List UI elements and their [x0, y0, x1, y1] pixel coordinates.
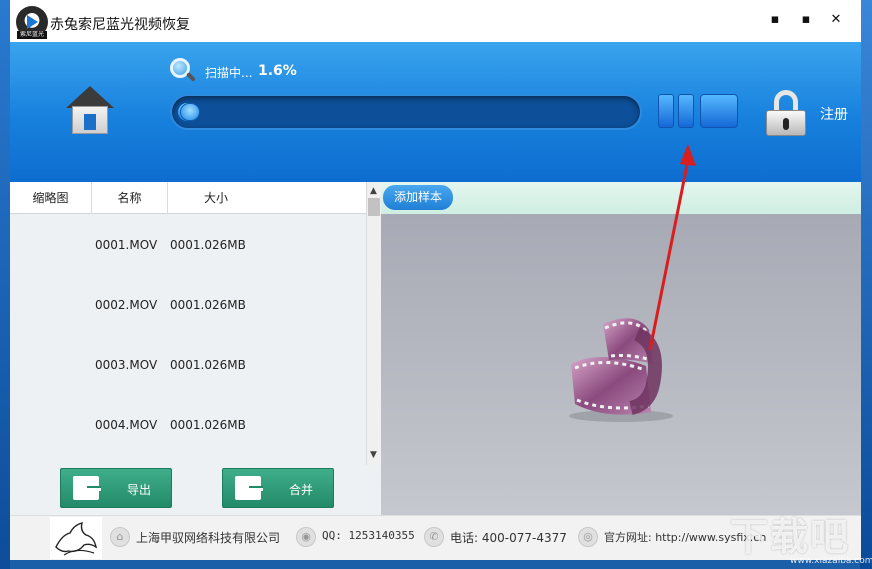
- file-size: 0001.026MB: [170, 358, 246, 372]
- file-name: 0002.MOV: [95, 298, 158, 312]
- phone-icon: ✆: [424, 527, 444, 547]
- footer-qq: QQ: 1253140355: [322, 529, 415, 542]
- merge-label: 合并: [289, 483, 314, 497]
- title-bar: 索尼蓝光 赤兔索尼蓝光视频恢复 ▪ ▪ ✕: [10, 0, 861, 42]
- stop-button[interactable]: [700, 94, 738, 128]
- file-list-scrollbar[interactable]: ▲ ▼: [366, 182, 381, 465]
- home-button[interactable]: [64, 86, 116, 136]
- home-door: [84, 114, 96, 130]
- company-icon: ⌂: [110, 527, 130, 547]
- close-button[interactable]: ✕: [829, 13, 843, 27]
- maximize-button[interactable]: ▪: [799, 13, 813, 27]
- merge-button[interactable]: 合并: [222, 468, 334, 508]
- desktop-background-right: [860, 0, 872, 569]
- progress-knob: [180, 103, 200, 121]
- file-size: 0001.026MB: [170, 298, 246, 312]
- scan-percent: 1.6%: [258, 63, 297, 79]
- app-logo-icon: 索尼蓝光: [16, 6, 48, 39]
- file-table-header: 缩略图 名称 大小: [10, 182, 366, 214]
- table-row[interactable]: 0002.MOV 0001.026MB: [10, 274, 366, 334]
- scan-status: 扫描中...: [205, 66, 253, 80]
- film-reel-icon: [569, 318, 673, 422]
- search-icon: [170, 58, 196, 84]
- company-logo: [50, 517, 102, 559]
- scroll-up-arrow[interactable]: ▲: [370, 186, 377, 196]
- export-label: 导出: [127, 483, 152, 497]
- watermark-url: www.xiazaiba.com: [790, 556, 872, 566]
- column-thumbnail[interactable]: 缩略图: [10, 182, 92, 214]
- file-name: 0001.MOV: [95, 238, 158, 252]
- footer-phone: 电话: 400-077-4377: [450, 531, 567, 545]
- table-row[interactable]: 0003.MOV 0001.026MB: [10, 334, 366, 394]
- footer-company: 上海甲驭网络科技有限公司: [136, 531, 281, 545]
- desktop-background-left: [0, 0, 10, 569]
- merge-icon: [235, 476, 263, 500]
- watermark-logo: 下载吧: [730, 515, 851, 559]
- qq-icon: ◉: [296, 527, 316, 547]
- app-window: 索尼蓝光 赤兔索尼蓝光视频恢复 ▪ ▪ ✕ 扫描中... 1.6% 注册 缩略图…: [10, 0, 861, 560]
- add-sample-button[interactable]: 添加样本: [383, 185, 453, 210]
- home-roof: [66, 86, 114, 108]
- file-table-body: 0001.MOV 0001.026MB 0002.MOV 0001.026MB …: [10, 214, 366, 454]
- file-size: 0001.026MB: [170, 238, 246, 252]
- pause-icon: [658, 94, 674, 128]
- file-name: 0004.MOV: [95, 418, 158, 432]
- globe-icon: ◎: [578, 527, 598, 547]
- table-row[interactable]: 0001.MOV 0001.026MB: [10, 214, 366, 274]
- register-lock-icon[interactable]: [766, 90, 806, 136]
- scan-header: 扫描中... 1.6% 注册: [10, 42, 861, 182]
- pause-button[interactable]: [658, 94, 698, 130]
- scroll-down-arrow[interactable]: ▼: [370, 450, 377, 460]
- column-name[interactable]: 名称: [92, 182, 168, 214]
- register-link[interactable]: 注册: [820, 104, 848, 124]
- scan-progress-bar: [170, 94, 642, 130]
- preview-toolbar: 添加样本: [381, 182, 861, 214]
- export-button[interactable]: 导出: [60, 468, 172, 508]
- play-icon: [27, 15, 38, 29]
- app-logo-text: 索尼蓝光: [17, 31, 47, 39]
- column-size[interactable]: 大小: [168, 182, 264, 214]
- table-row[interactable]: 0004.MOV 0001.026MB: [10, 394, 366, 454]
- preview-area: [381, 214, 861, 515]
- scroll-thumb[interactable]: [368, 198, 380, 216]
- minimize-button[interactable]: ▪: [768, 13, 782, 27]
- file-size: 0001.026MB: [170, 418, 246, 432]
- app-title: 赤兔索尼蓝光视频恢复: [50, 17, 190, 33]
- export-icon: [73, 476, 101, 500]
- file-name: 0003.MOV: [95, 358, 158, 372]
- file-list-panel: 缩略图 名称 大小 0001.MOV 0001.026MB 0002.MOV 0…: [10, 182, 381, 515]
